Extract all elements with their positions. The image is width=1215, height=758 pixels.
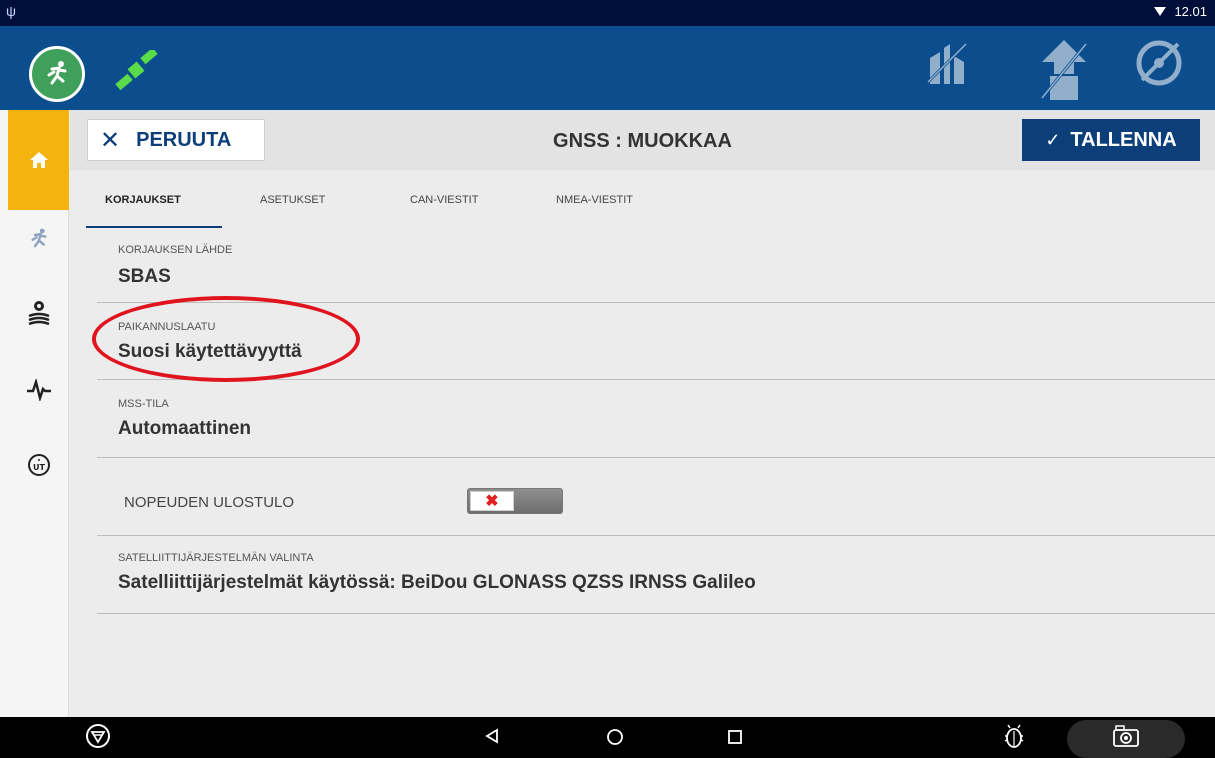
screenshot-button[interactable] xyxy=(1112,724,1140,748)
status-bar: ψ 12.01 xyxy=(0,0,1215,26)
app-bar xyxy=(0,26,1215,110)
status-time: 12.01 xyxy=(1174,4,1207,19)
satellite-icon xyxy=(115,50,158,90)
home-button[interactable] xyxy=(606,728,624,746)
field-settings-icon xyxy=(28,301,49,326)
setting-label: SATELLIITTIJÄRJESTELMÄN VALINTA xyxy=(118,552,314,564)
runner-icon xyxy=(47,61,67,85)
save-label: TALLENNA xyxy=(1070,128,1177,151)
setting-mss-mode[interactable]: MSS-TILA Automaattinen xyxy=(97,380,1215,458)
disabled-x-icon: ✖ xyxy=(470,491,514,511)
side-nav: UT xyxy=(0,110,69,717)
vehicle-icon xyxy=(1040,40,1088,100)
tab-asetukset[interactable]: ASETUKSET xyxy=(260,194,325,206)
debug-button[interactable] xyxy=(1002,723,1026,749)
setting-value: Automaattinen xyxy=(118,418,251,439)
setting-value: SBAS xyxy=(118,266,171,287)
menu-icon xyxy=(86,724,110,748)
implement-icon xyxy=(926,42,968,84)
svg-text:UT: UT xyxy=(33,463,45,472)
usb-icon: ψ xyxy=(6,3,16,19)
steering-disabled-icon xyxy=(1136,40,1182,86)
nav-run[interactable] xyxy=(8,214,69,264)
menu-button[interactable] xyxy=(85,723,111,749)
home-circle-icon xyxy=(607,729,623,745)
runner-icon xyxy=(30,228,47,248)
debug-icon xyxy=(1004,724,1024,748)
setting-value: Suosi käytettävyyttä xyxy=(118,341,302,362)
tab-can-viestit[interactable]: CAN-VIESTIT xyxy=(410,194,478,206)
recents-icon xyxy=(728,730,742,744)
run-mode-button[interactable] xyxy=(24,46,90,102)
setting-speed-output: NOPEUDEN ULOSTULO ✖ xyxy=(97,458,1215,536)
setting-positioning-quality[interactable]: PAIKANNUSLAATU Suosi käytettävyyttä xyxy=(97,303,1215,380)
diagnostics-icon xyxy=(26,379,51,401)
back-icon xyxy=(485,728,498,744)
setting-satellite-selection[interactable]: SATELLIITTIJÄRJESTELMÄN VALINTA Satellii… xyxy=(97,536,1215,614)
setting-label: MSS-TILA xyxy=(118,398,169,410)
home-icon xyxy=(29,152,48,168)
save-button[interactable]: ✓ TALLENNA xyxy=(1022,119,1200,161)
back-button[interactable] xyxy=(484,728,500,744)
tab-nmea-viestit[interactable]: NMEA-VIESTIT xyxy=(556,194,633,206)
recents-button[interactable] xyxy=(727,729,743,745)
nav-field-settings[interactable] xyxy=(8,287,69,337)
setting-label: KORJAUKSEN LÄHDE xyxy=(118,244,233,256)
setting-label: PAIKANNUSLAATU xyxy=(118,321,216,333)
nav-diagnostics[interactable] xyxy=(8,365,69,415)
page-header: ✕ PERUUTA GNSS : MUOKKAA ✓ TALLENNA xyxy=(70,110,1215,170)
check-icon: ✓ xyxy=(1045,129,1061,150)
speed-output-label: NOPEUDEN ULOSTULO xyxy=(124,494,295,511)
universal-terminal-icon: UT xyxy=(27,454,50,476)
setting-value: Satelliittijärjestelmät käytössä: BeiDou… xyxy=(118,572,756,593)
speed-output-toggle[interactable]: ✖ xyxy=(467,488,563,514)
nav-universal-terminal[interactable]: UT xyxy=(8,440,69,490)
camera-icon xyxy=(1113,725,1139,747)
setting-correction-source[interactable]: KORJAUKSEN LÄHDE SBAS xyxy=(97,228,1215,303)
wifi-icon xyxy=(1154,7,1167,16)
tab-korjaukset[interactable]: KORJAUKSET xyxy=(105,194,181,206)
nav-home[interactable] xyxy=(8,110,69,210)
tab-bar: KORJAUKSET ASETUKSET CAN-VIESTIT NMEA-VI… xyxy=(70,170,1215,228)
